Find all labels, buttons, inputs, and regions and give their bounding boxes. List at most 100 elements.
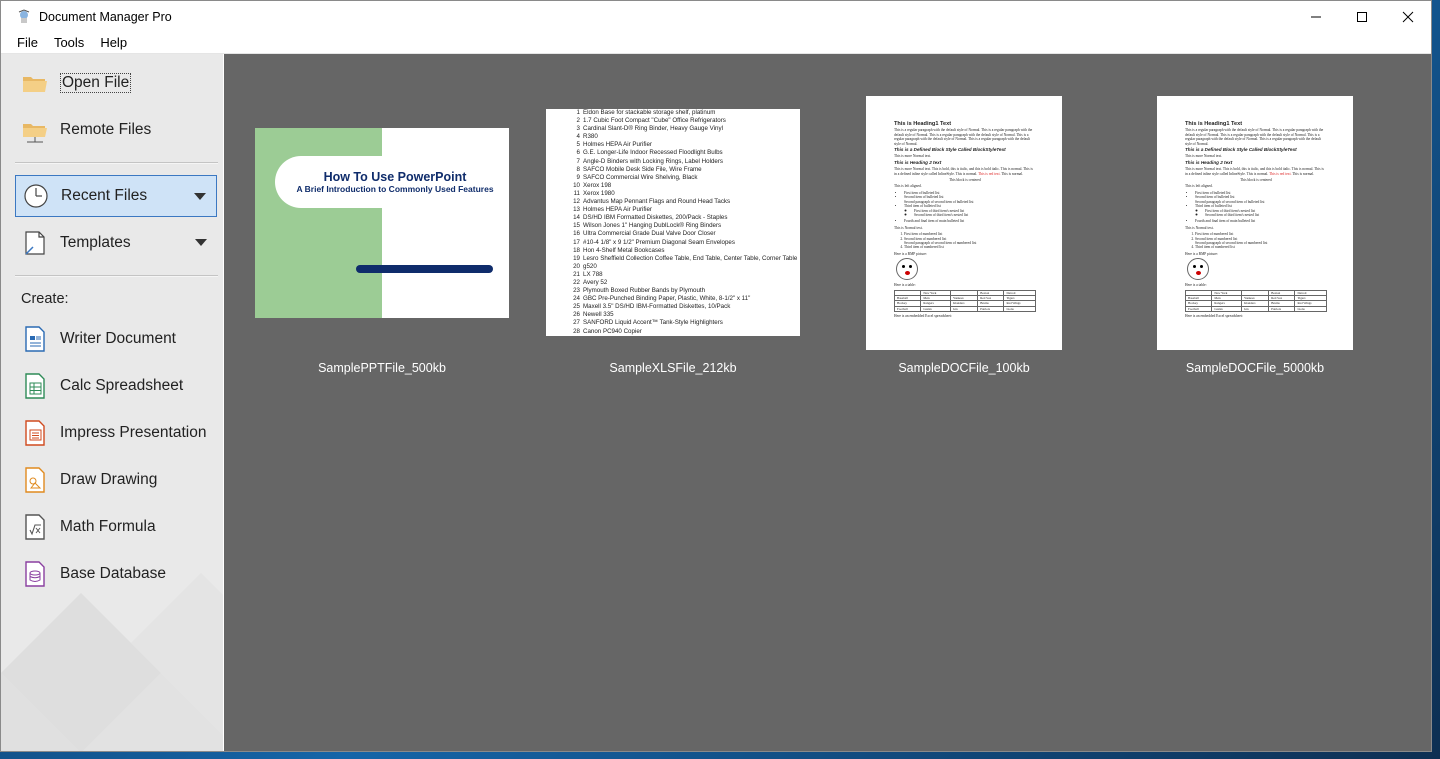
create-math-formula-button[interactable]: Math Formula <box>15 506 217 548</box>
recent-files-button[interactable]: Recent Files <box>15 175 217 217</box>
doc-caption: Here is an embedded Excel spreadsheet: <box>894 314 952 319</box>
spreadsheet-row: 5 Holmes HEPA Air Purifier <box>570 141 797 149</box>
spreadsheet-row: 20 g520 <box>570 263 797 271</box>
file-name-label[interactable]: SamplePPTFile_500kb <box>272 361 492 375</box>
menu-file[interactable]: File <box>11 35 44 50</box>
templates-button[interactable]: Templates <box>15 222 217 264</box>
file-name-label[interactable]: SampleDOCFile_100kb <box>854 361 1074 375</box>
create-draw-drawing-button[interactable]: Draw Drawing <box>15 459 217 501</box>
spreadsheet-cell: Plymouth Boxed Rubber Bands by Plymouth <box>583 287 706 295</box>
file-name-label[interactable]: SampleDOCFile_5000kb <box>1145 361 1365 375</box>
doc-paragraph: This is Normal text. <box>1185 225 1214 230</box>
maximize-icon <box>1357 11 1367 22</box>
spreadsheet-row: 25 Maxell 3.5" DS/HD IBM-Formatted Disket… <box>570 303 797 311</box>
spreadsheet-cell: #10-4 1/8" x 9 1/2" Premium Diagonal Sea… <box>583 238 735 246</box>
sidebar-divider <box>15 275 218 277</box>
doc-paragraph: This is more Normal text. <box>894 154 932 159</box>
file-thumbnail-ppt[interactable]: How To Use PowerPoint A Brief Introducti… <box>255 128 509 318</box>
open-file-button[interactable]: Open File <box>15 62 217 104</box>
spreadsheet-row-number: 13 <box>573 206 580 214</box>
math-formula-icon <box>25 514 45 540</box>
spreadsheet-row-number: 7 <box>576 157 580 165</box>
spreadsheet-row: 9 SAFCO Commercial Wire Shelving, Black <box>570 174 797 182</box>
spreadsheet-row: 23 Plymouth Boxed Rubber Bands by Plymout… <box>570 287 797 295</box>
base-database-label: Base Database <box>60 565 166 582</box>
spreadsheet-row-number: 22 <box>573 278 580 286</box>
doc-table-cell: Lions <box>1003 305 1036 313</box>
spreadsheet-row-number: 20 <box>573 262 580 270</box>
spreadsheet-row: 18 Hon 4-Shelf Metal Bookcases <box>570 247 797 255</box>
spreadsheet-row: 11 Xerox 1980 <box>570 190 797 198</box>
spreadsheet-row: 28 Canon PC940 Copier <box>570 328 797 336</box>
spreadsheet-row-number: 15 <box>573 222 580 230</box>
doc-heading1: This is Heading1 Text <box>1185 121 1243 127</box>
file-thumbnail-xls[interactable]: 1 Eldon Base for stackable storage shelf,… <box>546 109 800 336</box>
spreadsheet-row: 17 #10-4 1/8" x 9 1/2" Premium Diagonal S… <box>570 239 797 247</box>
doc-paragraph: This is left aligned. <box>1185 184 1213 189</box>
doc-caption: Here is an embedded Excel spreadsheet: <box>1185 314 1243 319</box>
file-name-label[interactable]: SampleXLSFile_212kb <box>563 361 783 375</box>
spreadsheet-cell: SAFCO Commercial Wire Shelving, Black <box>583 173 698 181</box>
spreadsheet-row: 4 R380 <box>570 133 797 141</box>
doc-table-cell: Jets <box>1240 305 1270 313</box>
create-base-database-button[interactable]: Base Database <box>15 553 217 595</box>
file-thumbnail-doc[interactable]: This is Heading1 Text This is a regular … <box>1157 96 1353 350</box>
minimize-button[interactable] <box>1293 1 1339 32</box>
window-title: Document Manager Pro <box>39 9 172 24</box>
spreadsheet-row-number: 2 <box>576 117 580 125</box>
doc-paragraph: This is normal. <box>1292 171 1314 176</box>
doc-bulleted-list: First item of bulleted list Second item … <box>1195 191 1327 224</box>
spreadsheet-row: 14 DS/HD IBM Formatted Diskettes, 200/Pac… <box>570 214 797 222</box>
menu-tools[interactable]: Tools <box>48 35 90 50</box>
spreadsheet-row: 21 LX 788 <box>570 271 797 279</box>
spreadsheet-cell: Wilson Jones 1" Hanging DublLock® Ring B… <box>583 222 722 230</box>
window-controls <box>1293 1 1431 32</box>
spreadsheet-row: 8 SAFCO Mobile Desk Side File, Wire Frame <box>570 166 797 174</box>
remote-folder-icon <box>23 124 47 143</box>
spreadsheet-cell: 1.7 Cubic Foot Compact "Cube" Office Ref… <box>583 117 726 125</box>
doc-numbered-item: Third item of numbered list <box>1195 245 1327 249</box>
chevron-down-icon[interactable] <box>194 193 206 200</box>
spreadsheet-row-number: 4 <box>576 133 580 141</box>
remote-files-button[interactable]: Remote Files <box>15 109 217 151</box>
doc-paragraph: This is Normal text. <box>894 225 923 230</box>
calc-spreadsheet-icon <box>25 373 45 399</box>
close-button[interactable] <box>1385 1 1431 32</box>
spreadsheet-cell: Newell 335 <box>583 311 614 319</box>
spreadsheet-row-number: 16 <box>573 230 580 238</box>
doc-heading2: This is Heading 2 text <box>1185 159 1233 165</box>
file-thumbnail-doc[interactable]: This is Heading1 Text This is a regular … <box>866 96 1062 350</box>
spreadsheet-cell: Holmes HEPA Air Purifier <box>583 206 652 214</box>
create-impress-presentation-button[interactable]: Impress Presentation <box>15 412 217 454</box>
spreadsheet-row: 19 Lesro Sheffield Collection Coffee Tabl… <box>570 255 797 263</box>
spreadsheet-row: 24 GBC Pre-Punched Binding Paper, Plastic… <box>570 295 797 303</box>
spreadsheet-cell: G.E. Longer-Life Indoor Recessed Floodli… <box>583 149 723 157</box>
spreadsheet-row: 12 Advantus Map Pennant Flags and Round H… <box>570 198 797 206</box>
spreadsheet-row-number: 23 <box>573 287 580 295</box>
maximize-button[interactable] <box>1339 1 1385 32</box>
chevron-down-icon[interactable] <box>195 239 207 246</box>
spreadsheet-cell: Holmes HEPA Air Purifier <box>583 141 652 149</box>
impress-presentation-icon <box>25 420 45 446</box>
app-icon <box>18 8 30 23</box>
spreadsheet-cell: Avery 52 <box>583 278 608 286</box>
spreadsheet-preview-rows: 1 Eldon Base for stackable storage shelf,… <box>570 109 797 336</box>
create-writer-document-button[interactable]: Writer Document <box>15 318 217 360</box>
document-preview: This is Heading1 Text This is a regular … <box>1184 121 1327 319</box>
doc-bullet: Fourth and final item of main bulleted l… <box>904 219 1036 223</box>
spreadsheet-row-number: 27 <box>573 319 580 327</box>
create-calc-spreadsheet-button[interactable]: Calc Spreadsheet <box>15 365 217 407</box>
spreadsheet-cell: SAFCO Mobile Desk Side File, Wire Frame <box>583 165 702 173</box>
spreadsheet-row-number: 21 <box>573 270 580 278</box>
spreadsheet-row-number: 28 <box>573 327 580 335</box>
sidebar-divider <box>15 162 218 164</box>
minimize-icon <box>1311 16 1321 17</box>
spreadsheet-row-number: 1 <box>576 109 580 116</box>
spreadsheet-cell: Angle-D Binders with Locking Rings, Labe… <box>583 157 723 165</box>
spreadsheet-cell: DS/HD IBM Formatted Diskettes, 200/Pack … <box>583 214 728 222</box>
menu-help[interactable]: Help <box>94 35 133 50</box>
draw-drawing-icon <box>25 467 45 493</box>
doc-caption: Here is a BMP picture: <box>1185 251 1219 256</box>
doc-paragraph: This is a regular paragraph with the def… <box>1185 128 1324 146</box>
spreadsheet-cell: Ultra Commercial Grade Dual Valve Door C… <box>583 230 716 238</box>
